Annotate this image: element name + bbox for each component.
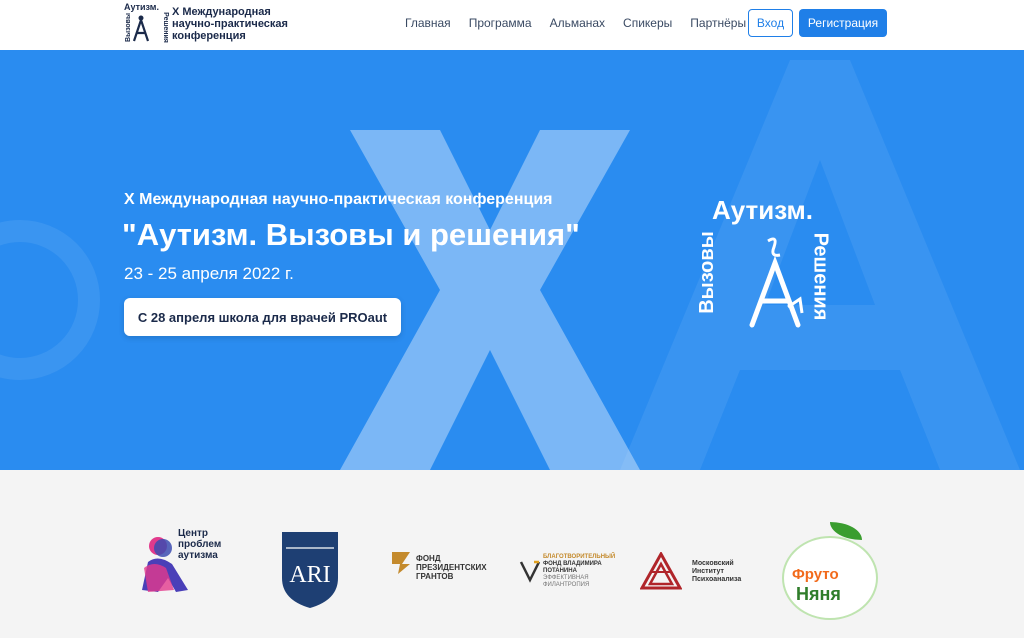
logo-figure-icon xyxy=(132,15,150,42)
institute-line-2: Институт xyxy=(692,568,724,575)
grants-line-3: ГРАНТОВ xyxy=(416,572,454,581)
nav-item-home[interactable]: Главная xyxy=(405,16,451,30)
brand-line-2: научно-практическая xyxy=(172,18,288,30)
hero-banner: X Международная научно-практическая конф… xyxy=(0,50,1024,470)
potanin-fund-name: БЛАГОТВОРИТЕЛЬНЫЙ ФОНД ВЛАДИМИРА ПОТАНИН… xyxy=(543,554,629,589)
partner-moscow-psychoanalysis-institute[interactable]: Московский Институт Психоанализа xyxy=(640,552,760,592)
hero-subtitle: X Международная научно-практическая конф… xyxy=(124,191,553,208)
grants-line-1: ФОНД xyxy=(416,554,441,563)
hero-logo-figure-icon xyxy=(749,237,804,328)
brand-line-3: конференция xyxy=(172,30,246,42)
brand-line-1: X Международная xyxy=(172,6,271,18)
proaut-school-button[interactable]: С 28 апреля школа для врачей PROaut xyxy=(124,298,401,336)
autism-center-line-3: аутизма xyxy=(178,550,218,561)
partner-potanin-fund[interactable]: БЛАГОТВОРИТЕЛЬНЫЙ ФОНД ВЛАДИМИРА ПОТАНИН… xyxy=(519,554,629,594)
hero-conference-logo: Аутизм. Вызовы Решения xyxy=(696,195,850,335)
partner-presidential-grants[interactable]: ФОНД ПРЕЗИДЕНТСКИХ ГРАНТОВ xyxy=(388,550,498,590)
logo-word-top: Аутизм. xyxy=(124,2,159,12)
potanin-line-1: БЛАГОТВОРИТЕЛЬНЫЙ xyxy=(543,554,616,560)
partner-fruto-nyanya[interactable]: Фруто Няня xyxy=(782,522,878,620)
register-button[interactable]: Регистрация xyxy=(799,9,887,37)
autism-center-line-2: проблем xyxy=(178,539,222,550)
partner-autism-center[interactable]: Центр проблем аутизма xyxy=(138,526,228,596)
hero-title: "Аутизм. Вызовы и решения" xyxy=(122,217,580,252)
institute-line-1: Московский xyxy=(692,560,734,567)
institute-line-3: Психоанализа xyxy=(692,576,742,583)
ari-letters: ARI xyxy=(289,562,330,588)
autism-center-line-1: Центр xyxy=(178,528,209,539)
grants-fund-icon xyxy=(392,552,410,574)
potanin-line-3: ПОТАНИНА xyxy=(543,568,577,574)
grants-fund-name: ФОНД ПРЕЗИДЕНТСКИХ ГРАНТОВ xyxy=(416,554,487,581)
decorative-ring xyxy=(0,220,100,380)
hero-logo-word-top: Аутизм. xyxy=(712,195,814,225)
partners-strip: Центр проблем аутизма ARI ФОНД ПРЕЗИДЕНТ… xyxy=(0,470,1024,638)
nav-item-speakers[interactable]: Спикеры xyxy=(623,16,672,30)
logo-word-right: Решения xyxy=(161,12,169,43)
nav-item-almanac[interactable]: Альманах xyxy=(550,16,605,30)
partner-ari[interactable]: ARI xyxy=(280,530,340,610)
brand-link[interactable]: Аутизм. Вызовы Решения X Международная н… xyxy=(118,2,288,46)
main-nav: Главная Программа Альманах Спикеры Партн… xyxy=(405,16,764,30)
login-button[interactable]: Вход xyxy=(748,9,793,37)
conference-logo-icon: Аутизм. Вызовы Решения xyxy=(118,2,169,46)
potanin-line-2: ФОНД ВЛАДИМИРА xyxy=(543,561,602,567)
psychoanalysis-institute-icon xyxy=(640,552,682,590)
site-header: Аутизм. Вызовы Решения X Международная н… xyxy=(0,0,1024,50)
fruto-word: Фруто xyxy=(792,566,839,583)
potanin-fund-icon xyxy=(519,560,541,583)
potanin-line-4: ЭФФЕКТИВНАЯ ФИЛАНТРОПИЯ xyxy=(543,575,590,588)
nav-item-program[interactable]: Программа xyxy=(469,16,532,30)
hero-dates: 23 - 25 апреля 2022 г. xyxy=(124,264,294,283)
hero-logo-word-left: Вызовы xyxy=(695,231,718,314)
brand-title: X Международная научно-практическая конф… xyxy=(172,6,288,42)
nav-item-partners[interactable]: Партнёры xyxy=(690,16,746,30)
psychoanalysis-institute-name: Московский Институт Психоанализа xyxy=(692,560,741,584)
ari-shield-icon: ARI xyxy=(282,532,338,608)
autism-center-name: Центр проблем аутизма xyxy=(178,528,221,561)
grants-line-2: ПРЕЗИДЕНТСКИХ xyxy=(416,563,487,572)
nyanya-word: Няня xyxy=(796,584,841,604)
hero-logo-word-right: Решения xyxy=(809,232,832,321)
